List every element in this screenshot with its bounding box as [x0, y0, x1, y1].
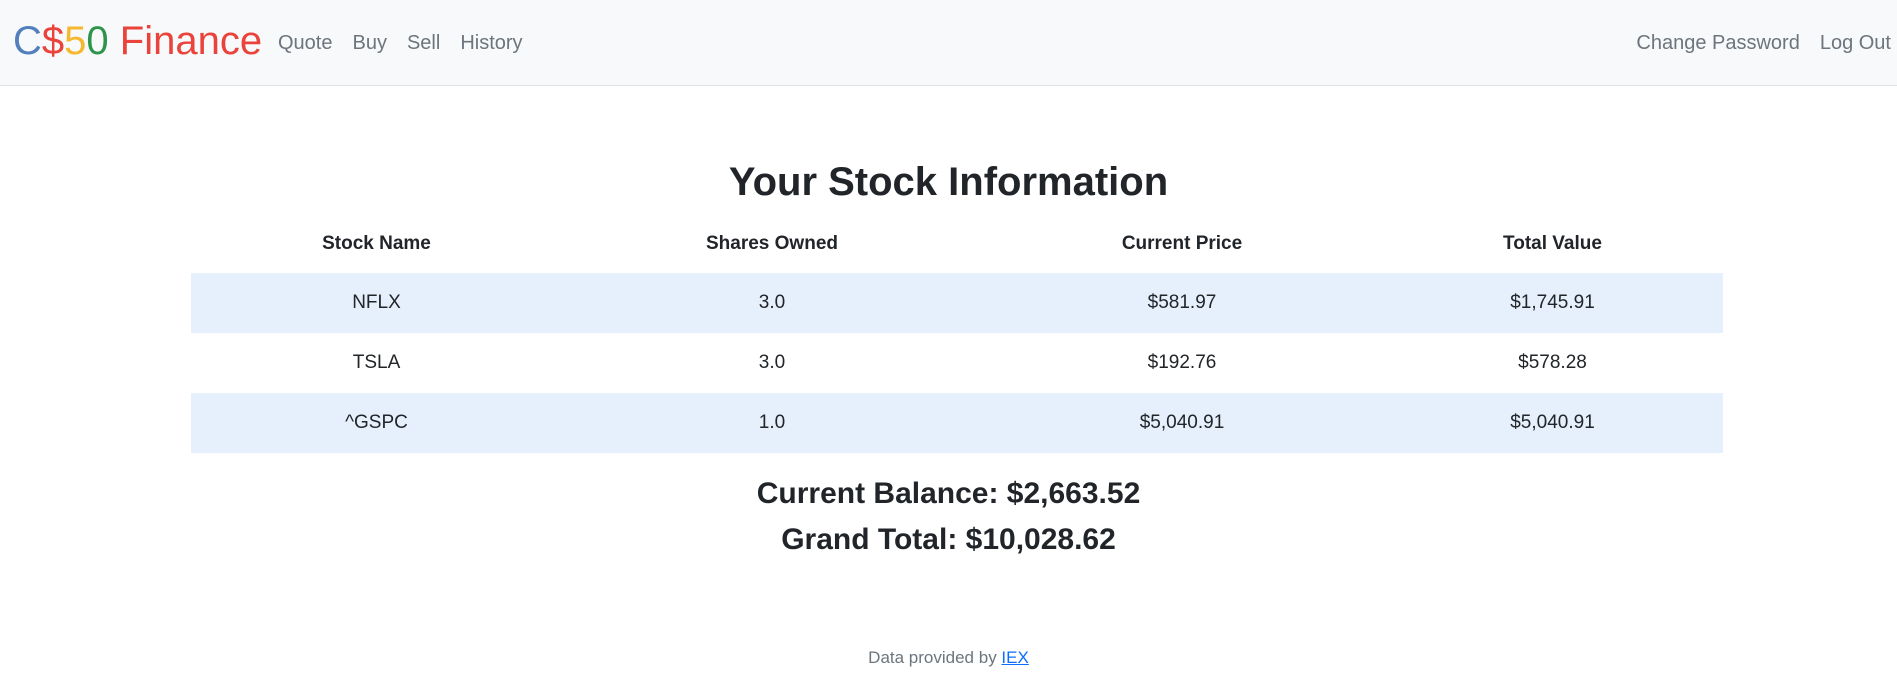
header-total-value: Total Value	[1503, 233, 1602, 254]
cell-shares-owned: 1.0	[758, 412, 786, 433]
table-row: NFLX 3.0 $581.97 $1,745.91	[191, 273, 1723, 333]
brand-zero: 0	[86, 19, 109, 63]
cell-shares-owned: 3.0	[758, 292, 786, 313]
brand-five: 5	[64, 19, 87, 63]
table-row: TSLA 3.0 $192.76 $578.28	[191, 333, 1723, 393]
cell-current-price: $5,040.91	[1139, 412, 1225, 433]
cell-shares-owned: 3.0	[758, 352, 786, 373]
cell-total-value: $1,745.91	[1510, 292, 1595, 313]
cell-stock-name: ^GSPC	[345, 412, 408, 433]
brand-logo[interactable]: C$50 Finance	[13, 18, 262, 64]
cell-stock-name: NFLX	[352, 292, 401, 313]
header-stock-name: Stock Name	[322, 233, 431, 254]
nav-history[interactable]: History	[460, 30, 522, 56]
nav-log-out[interactable]: Log Out	[1820, 30, 1891, 56]
header-shares-owned: Shares Owned	[706, 233, 838, 254]
nav-change-password[interactable]: Change Password	[1636, 30, 1799, 56]
cell-stock-name: TSLA	[352, 352, 401, 373]
nav-sell[interactable]: Sell	[407, 30, 440, 56]
brand-letter-c: C	[13, 19, 42, 63]
current-balance: Current Balance: $2,663.52	[756, 477, 1141, 510]
cell-total-value: $5,040.91	[1510, 412, 1595, 433]
brand-finance: Finance	[108, 19, 263, 63]
page-title: Your Stock Information	[728, 160, 1169, 204]
header-current-price: Current Price	[1121, 233, 1243, 254]
footer-text: Data provided by	[868, 648, 1002, 667]
table-header-row: Stock Name Shares Owned Current Price To…	[191, 215, 1723, 273]
stock-table: Stock Name Shares Owned Current Price To…	[191, 215, 1723, 453]
cell-current-price: $581.97	[1147, 292, 1217, 313]
cell-current-price: $192.76	[1147, 352, 1217, 373]
nav-quote[interactable]: Quote	[278, 30, 332, 56]
iex-link[interactable]: IEX	[1001, 648, 1028, 667]
cell-total-value: $578.28	[1518, 352, 1587, 373]
grand-total: Grand Total: $10,028.62	[781, 523, 1116, 556]
footer: Data provided by IEX	[0, 648, 1897, 668]
table-row: ^GSPC 1.0 $5,040.91 $5,040.91	[191, 393, 1723, 453]
nav-left: Quote Buy Sell History	[278, 30, 543, 56]
brand-dollar: $	[41, 19, 65, 63]
navbar: C$50 Finance Quote Buy Sell History Chan…	[0, 0, 1897, 86]
nav-right: Change Password Log Out	[1616, 30, 1891, 56]
nav-buy[interactable]: Buy	[352, 30, 386, 56]
